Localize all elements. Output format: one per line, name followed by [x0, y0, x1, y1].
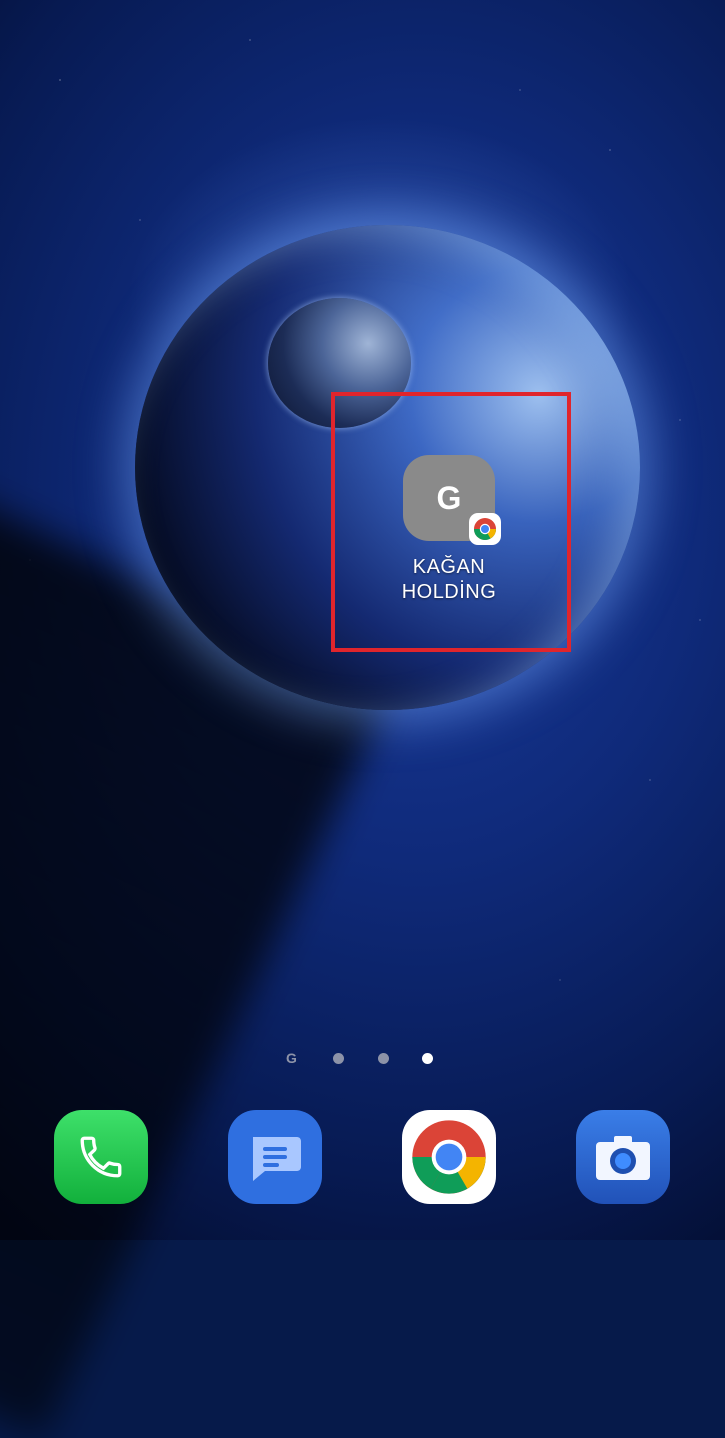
- shortcut-label-line1: KAĞAN: [412, 556, 486, 578]
- phone-icon: [80, 1136, 122, 1178]
- chrome-app-button[interactable]: [402, 1110, 496, 1204]
- shortcut-label: KAĞAN HOLDİNG: [394, 555, 504, 605]
- page-dot-2[interactable]: [378, 1053, 389, 1064]
- chrome-icon: [412, 1120, 486, 1194]
- dock: [0, 1110, 725, 1210]
- shortcut-icon[interactable]: G: [403, 455, 501, 545]
- shortcut-label-line2: HOLDİNG: [401, 581, 497, 603]
- shortcut-kagan-holding[interactable]: G KAĞAN HOLDİNG: [394, 455, 504, 605]
- page-dot-1[interactable]: [333, 1053, 344, 1064]
- message-icon: [253, 1137, 301, 1181]
- phone-app-button[interactable]: [54, 1110, 148, 1204]
- page-dot-3-active[interactable]: [422, 1053, 433, 1064]
- chrome-badge-icon: [469, 513, 501, 545]
- camera-icon: [596, 1136, 650, 1180]
- google-feed-indicator-icon[interactable]: G: [286, 1050, 297, 1066]
- shortcut-letter: G: [436, 479, 462, 516]
- camera-app-button[interactable]: [576, 1110, 670, 1204]
- page-indicator[interactable]: G: [286, 1050, 436, 1066]
- messages-app-button[interactable]: [228, 1110, 322, 1204]
